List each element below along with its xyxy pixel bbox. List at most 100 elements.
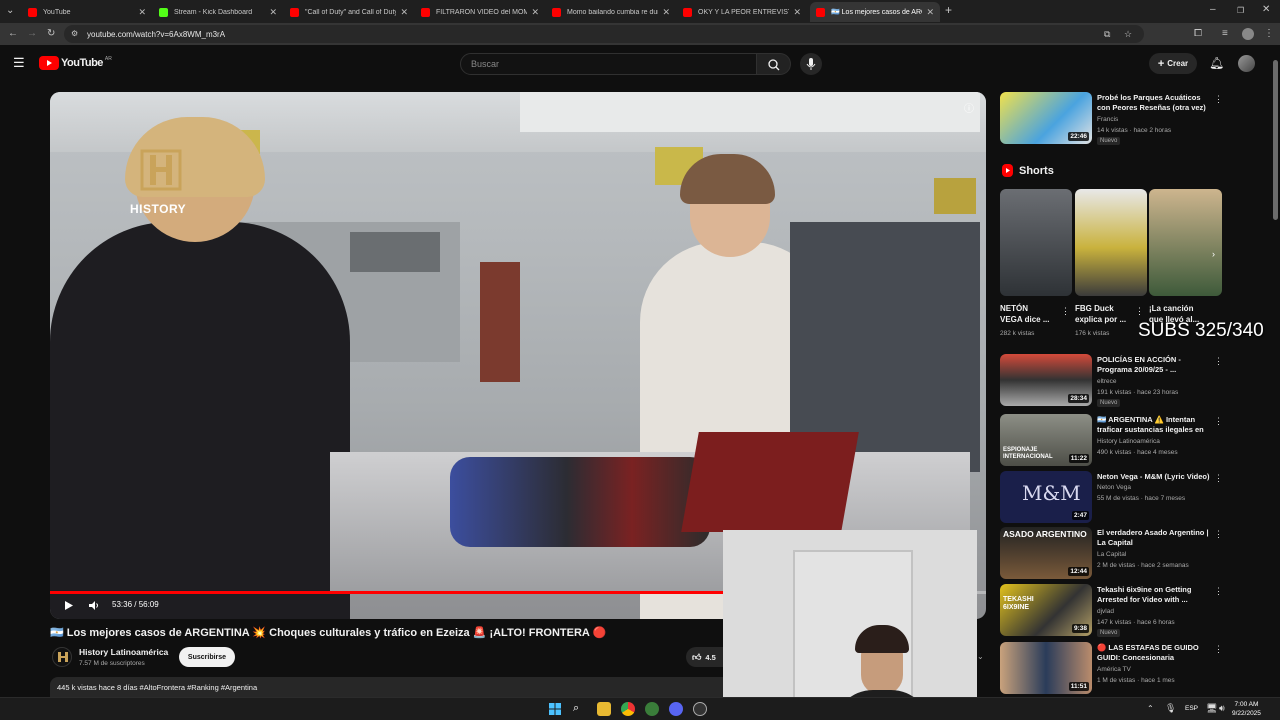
close-tab-icon[interactable]: ✕ [400, 7, 408, 18]
video-thumbnail[interactable]: TEKASHI 6IX9INE 9:38 [1000, 584, 1092, 636]
short-thumbnail[interactable] [1000, 189, 1072, 296]
page-scrollbar-thumb[interactable] [1273, 60, 1278, 220]
video-thumbnail[interactable]: 22:46 [1000, 92, 1092, 144]
short-title[interactable]: NETÓN VEGA dice ... [1000, 303, 1050, 325]
related-title[interactable]: Tekashi 6ix9ine on Getting Arrested for … [1097, 585, 1212, 605]
related-video[interactable]: ESPIONAJE INTERNACIONAL 11:22 🇦🇷 ARGENTI… [1000, 414, 1224, 468]
browser-tab-kick[interactable]: Stream - Kick Dashboard ✕ [153, 2, 283, 22]
close-tab-icon[interactable]: ✕ [531, 7, 539, 18]
chrome-icon[interactable] [621, 702, 635, 716]
media-control-icon[interactable]: ≡ [1222, 29, 1228, 39]
close-tab-icon[interactable]: ✕ [138, 7, 146, 18]
close-tab-icon[interactable]: ✕ [926, 7, 934, 18]
related-channel[interactable]: eltrece [1097, 378, 1117, 385]
related-title[interactable]: 🇦🇷 ARGENTINA ⚠️ Intentan traficar sustan… [1097, 415, 1212, 436]
maximize-icon[interactable]: ❐ [1237, 6, 1244, 16]
obs-icon[interactable] [693, 702, 707, 716]
related-video[interactable]: 22:46 Probé los Parques Acuáticos con Pe… [1000, 92, 1224, 146]
guide-menu-icon[interactable]: ☰ [13, 56, 25, 69]
windows-start-icon[interactable] [548, 702, 562, 716]
search-input[interactable]: Buscar [460, 53, 757, 75]
related-channel[interactable]: History Latinoamérica [1097, 438, 1160, 445]
more-actions-icon[interactable]: ⋮ [1214, 529, 1223, 540]
close-window-icon[interactable]: ✕ [1262, 5, 1270, 15]
create-button[interactable]: + Crear [1149, 53, 1197, 74]
site-info-icon[interactable]: ⚙ [71, 29, 78, 39]
profile-avatar[interactable] [1242, 28, 1254, 40]
more-actions-icon[interactable]: ⋮ [1214, 644, 1223, 655]
address-bar[interactable]: ⚙ youtube.com/watch?v=6Ax8WM_m3rA ☆ ⧉ [64, 25, 1144, 43]
video-thumbnail[interactable]: M&M 2:47 [1000, 471, 1092, 523]
browser-tab-youtube[interactable]: YouTube ✕ [22, 2, 152, 22]
more-actions-icon[interactable]: ⋮ [1214, 473, 1223, 484]
language-indicator[interactable]: ESP [1185, 705, 1198, 712]
channel-name[interactable]: History Latinoamérica [79, 647, 168, 657]
channel-avatar[interactable] [52, 647, 72, 667]
play-icon[interactable] [64, 600, 74, 611]
related-video[interactable]: 28:34 POLICÍAS EN ACCIÓN - Programa 20/0… [1000, 354, 1224, 408]
video-thumbnail[interactable]: ESPIONAJE INTERNACIONAL 11:22 [1000, 414, 1092, 466]
related-channel[interactable]: La Capital [1097, 551, 1126, 558]
tray-microphone-icon[interactable]: 🎙︎ [1165, 703, 1176, 714]
back-icon[interactable]: ← [8, 29, 18, 39]
reload-icon[interactable]: ↻ [47, 29, 55, 39]
related-channel[interactable]: América TV [1097, 666, 1131, 673]
info-icon[interactable]: ⓘ [964, 100, 974, 115]
related-channel[interactable]: djvlad [1097, 608, 1114, 615]
shorts-next-icon[interactable]: › [1212, 249, 1215, 259]
more-actions-icon[interactable]: ⋮ [1214, 586, 1223, 597]
video-thumbnail[interactable]: 11:51 [1000, 642, 1092, 694]
system-clock[interactable]: 7:00 AM 9/22/2025 [1232, 700, 1261, 718]
subscribe-button[interactable]: Suscribirse [179, 647, 235, 667]
search-button[interactable] [757, 53, 791, 75]
install-app-icon[interactable]: ⧉ [1104, 29, 1110, 39]
browser-tab-cod[interactable]: "Call of Duty" and Call of Duty ✕ [284, 2, 414, 22]
related-video[interactable]: ASADO ARGENTINO 12:44 El verdadero Asado… [1000, 527, 1224, 581]
browser-tab-momo[interactable]: FILTRARON VIDEO del MOMO ✕ [415, 2, 545, 22]
close-tab-icon[interactable]: ✕ [793, 7, 801, 18]
volume-icon[interactable] [88, 600, 99, 611]
video-thumbnail[interactable]: ASADO ARGENTINO 12:44 [1000, 527, 1092, 579]
new-tab-icon[interactable]: + [945, 4, 952, 16]
forward-icon[interactable]: → [27, 29, 37, 39]
notifications-bell-icon[interactable]: 🔔︎ [1209, 57, 1224, 69]
related-title[interactable]: Neton Vega - M&M (Lyric Video) [1097, 472, 1212, 482]
related-title[interactable]: 🔴 LAS ESTAFAS DE GUIDO GUIDI: Concesiona… [1097, 643, 1212, 664]
browser-tab-oky[interactable]: OKY Y LA PEOR ENTREVISTA DE ✕ [677, 2, 807, 22]
file-explorer-icon[interactable] [597, 702, 611, 716]
youtube-logo[interactable]: YouTube AR [39, 56, 112, 70]
browser-tab-current[interactable]: 🇦🇷 Los mejores casos de ARGEN ✕ [810, 2, 940, 22]
discord-icon[interactable] [669, 702, 683, 716]
short-thumbnail[interactable] [1149, 189, 1222, 296]
related-channel[interactable]: Francis [1097, 116, 1118, 123]
scroll-down-chevron-icon[interactable]: ⌄ [977, 652, 984, 661]
account-avatar[interactable] [1238, 55, 1255, 72]
extensions-icon[interactable]: ⧠ [1194, 29, 1202, 39]
short-thumbnail[interactable] [1075, 189, 1147, 296]
more-actions-icon[interactable]: ⋮ [1214, 416, 1223, 427]
related-video[interactable]: TEKASHI 6IX9INE 9:38 Tekashi 6ix9ine on … [1000, 584, 1224, 638]
like-button[interactable]: 👍︎ 4.5 [686, 647, 726, 667]
related-video[interactable]: 11:51 🔴 LAS ESTAFAS DE GUIDO GUIDI: Conc… [1000, 642, 1224, 696]
related-video[interactable]: M&M 2:47 Neton Vega - M&M (Lyric Video) … [1000, 471, 1224, 525]
app-icon[interactable] [645, 702, 659, 716]
minimize-icon[interactable]: – [1210, 5, 1216, 15]
more-actions-icon[interactable]: ⋮ [1061, 306, 1070, 317]
bookmark-star-icon[interactable]: ☆ [1124, 29, 1132, 39]
browser-menu-icon[interactable]: ⋮ [1264, 29, 1274, 39]
video-thumbnail[interactable]: 28:34 [1000, 354, 1092, 406]
short-title[interactable]: FBG Duck explica por ... [1075, 303, 1126, 325]
more-actions-icon[interactable]: ⋮ [1135, 306, 1144, 317]
close-tab-icon[interactable]: ✕ [662, 7, 670, 18]
browser-tab-cumbia[interactable]: Momo bailando cumbia re duro ✕ [546, 2, 676, 22]
related-title[interactable]: El verdadero Asado Argentino | La Capita… [1097, 528, 1212, 548]
search-icon[interactable]: ⌕ [573, 702, 587, 716]
speaker-icon[interactable]: 🔊︎ [1219, 703, 1225, 714]
network-icon[interactable]: 🖥︎ [1206, 703, 1217, 714]
voice-search-button[interactable] [800, 53, 822, 75]
more-actions-icon[interactable]: ⋮ [1214, 94, 1223, 105]
more-actions-icon[interactable]: ⋮ [1214, 356, 1223, 367]
close-tab-icon[interactable]: ✕ [269, 7, 277, 18]
tray-overflow-icon[interactable]: ⌃ [1147, 704, 1154, 713]
related-title[interactable]: Probé los Parques Acuáticos con Peores R… [1097, 93, 1212, 113]
